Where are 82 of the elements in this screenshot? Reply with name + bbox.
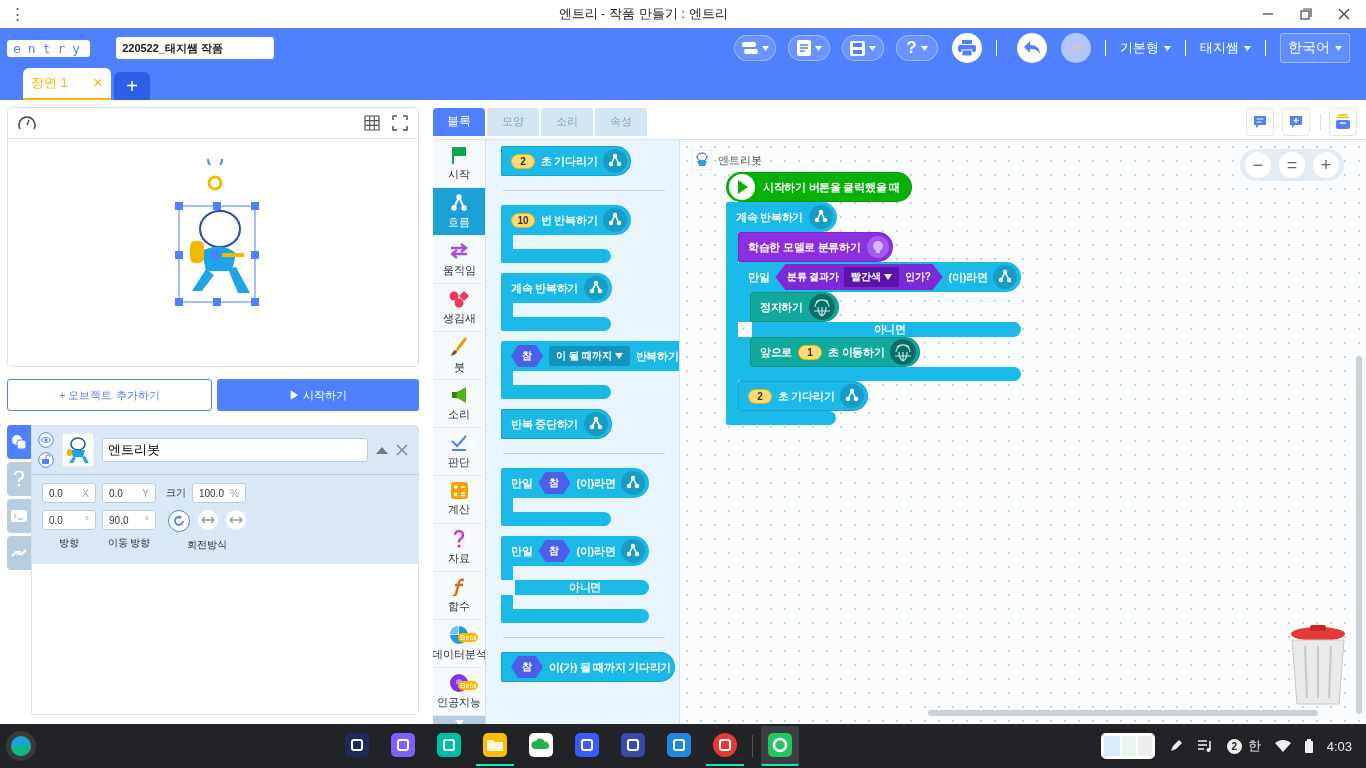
block-label: 만일 bbox=[748, 269, 770, 285]
category-item[interactable]: 움직임 bbox=[433, 236, 485, 284]
code-block[interactable]: 참 이(가) 될 때까지 기다리기 bbox=[501, 652, 675, 682]
add-object-button[interactable]: + 오브젝트 추가하기 bbox=[7, 379, 212, 411]
category-item[interactable]: 소리 bbox=[433, 380, 485, 428]
block-label: 분류 결과가 bbox=[787, 270, 839, 284]
category-item[interactable]: 생김새 bbox=[433, 284, 485, 332]
input-method-indicator[interactable]: 한 bbox=[1247, 737, 1261, 755]
number-input[interactable]: 2 bbox=[748, 388, 772, 404]
editor-tab[interactable]: 블록 bbox=[433, 107, 485, 136]
code-block[interactable]: 앞으로 1 초 이동하기 bbox=[750, 337, 921, 367]
code-block[interactable]: 만일 참 (이)라면 bbox=[501, 536, 650, 566]
zoom-button[interactable]: = bbox=[1279, 152, 1305, 178]
condition-block[interactable]: 분류 결과가 빨간색 인가? bbox=[775, 264, 943, 290]
block-label: 인가? bbox=[905, 270, 931, 284]
object-name-field[interactable]: 엔트리봇 bbox=[102, 438, 368, 462]
coordinate-field[interactable]: 0.0 Y bbox=[102, 483, 156, 503]
code-block[interactable]: 2 초 기다리기 bbox=[738, 381, 869, 411]
zoom-button[interactable]: + bbox=[1313, 152, 1339, 178]
block-label: 이(가) 될 때까지 기다리기 bbox=[549, 659, 671, 675]
block-label: 번 반복하기 bbox=[541, 212, 598, 228]
block-label: (이)라면 bbox=[576, 543, 616, 559]
number-input[interactable]: 2 bbox=[511, 153, 535, 169]
angle-field[interactable]: 90.0 ° bbox=[102, 510, 156, 530]
block-label: 학습한 모델로 분류하기 bbox=[748, 239, 861, 255]
block-label: 계속 반복하기 bbox=[736, 209, 803, 225]
boolean-input[interactable]: 참 bbox=[511, 345, 543, 367]
category-item[interactable]: 자료 bbox=[433, 524, 485, 572]
code-block[interactable]: 2 초 기다리기 bbox=[501, 146, 632, 176]
size-label: 크기 bbox=[166, 486, 186, 500]
code-block[interactable]: 만일 참 (이)라면 bbox=[501, 468, 650, 498]
boolean-input[interactable]: 참 bbox=[538, 472, 571, 494]
block-label: 정지하기 bbox=[760, 299, 803, 315]
code-block[interactable]: 만일 분류 결과가 빨간색 인가? (이)라면 bbox=[738, 262, 1022, 292]
boolean-input[interactable]: 참 bbox=[538, 540, 571, 562]
script-canvas[interactable]: 엔트리봇 시작하기 버튼을 클릭했을 때 계속 반복하기 학습한 모델로 분류하기 만일 분류 결과가 빨간색 인가? (이)라면 정지하기 아니면 앞으로 1 초 이동하기 2 초 기다리기 − = + bbox=[679, 140, 1366, 724]
number-input[interactable]: 1 bbox=[798, 344, 823, 360]
clock[interactable]: 4:03 bbox=[1326, 738, 1352, 754]
beta-badge: Beta bbox=[458, 680, 479, 690]
block-label: 반복하기 bbox=[635, 348, 679, 364]
code-block[interactable]: 학습한 모델로 분류하기 bbox=[738, 232, 893, 262]
field-caption: 회전방식 bbox=[187, 538, 227, 552]
block-label: 초 기다리기 bbox=[541, 153, 598, 169]
block-label: (이)라면 bbox=[576, 475, 616, 491]
code-block[interactable]: 참 이 될 때까지 반복하기 bbox=[501, 341, 679, 371]
field-caption: 방향 bbox=[59, 536, 79, 550]
object-label: 엔트리봇 bbox=[718, 152, 762, 168]
angle-field[interactable]: 0.0 ° bbox=[42, 510, 96, 530]
block-label: 아니면 bbox=[569, 580, 602, 595]
block-label: 반복 중단하기 bbox=[511, 416, 578, 432]
add-scene-button[interactable]: + bbox=[114, 72, 150, 100]
category-item[interactable]: 계산 bbox=[433, 476, 485, 524]
category-item[interactable]: 판단 bbox=[433, 428, 485, 476]
block-label: 앞으로 bbox=[760, 344, 793, 360]
category-item[interactable]: 함수 bbox=[433, 572, 485, 620]
block-label: 만일 bbox=[511, 475, 533, 491]
number-input[interactable]: 10 bbox=[511, 212, 535, 228]
block-label: 계속 반복하기 bbox=[511, 280, 578, 296]
category-item[interactable]: 붓 bbox=[433, 332, 485, 380]
boolean-input[interactable]: 참 bbox=[511, 656, 543, 678]
project-name-field[interactable]: 220522_태지쌤 작품 bbox=[116, 37, 275, 59]
beta-badge: Beta bbox=[458, 632, 479, 642]
block-dropdown[interactable]: 이 될 때까지 bbox=[549, 346, 630, 366]
block-label: 만일 bbox=[511, 543, 533, 559]
menu-button[interactable]: ⋮ bbox=[10, 5, 24, 23]
field-caption: 이동 방향 bbox=[107, 536, 151, 550]
block-label: 초 이동하기 bbox=[828, 344, 885, 360]
block-label: (이)라면 bbox=[948, 269, 988, 285]
coordinate-field[interactable]: 0.0 X bbox=[42, 483, 96, 503]
size-field[interactable]: 100.0 % bbox=[192, 483, 246, 503]
notification-count[interactable]: 2 bbox=[1226, 738, 1242, 754]
header-menu[interactable]: 기본형 bbox=[1120, 39, 1171, 57]
block-label: 초 기다리기 bbox=[778, 388, 835, 404]
header-menu[interactable]: 태지쌤 bbox=[1200, 39, 1251, 57]
start-button[interactable]: ▶ 시작하기 bbox=[216, 379, 419, 411]
block-label: 시작하기 버튼을 클릭했을 때 bbox=[763, 179, 900, 195]
block-dropdown[interactable]: 빨간색 bbox=[844, 267, 900, 287]
code-block[interactable]: 10 번 반복하기 bbox=[501, 205, 632, 235]
logo[interactable]: entry bbox=[7, 39, 91, 57]
zoom-button[interactable]: − bbox=[1245, 152, 1271, 178]
block-label: 아니면 bbox=[873, 322, 906, 337]
window-title: 엔트리 - 작품 만들기 : 엔트리 bbox=[557, 5, 729, 23]
